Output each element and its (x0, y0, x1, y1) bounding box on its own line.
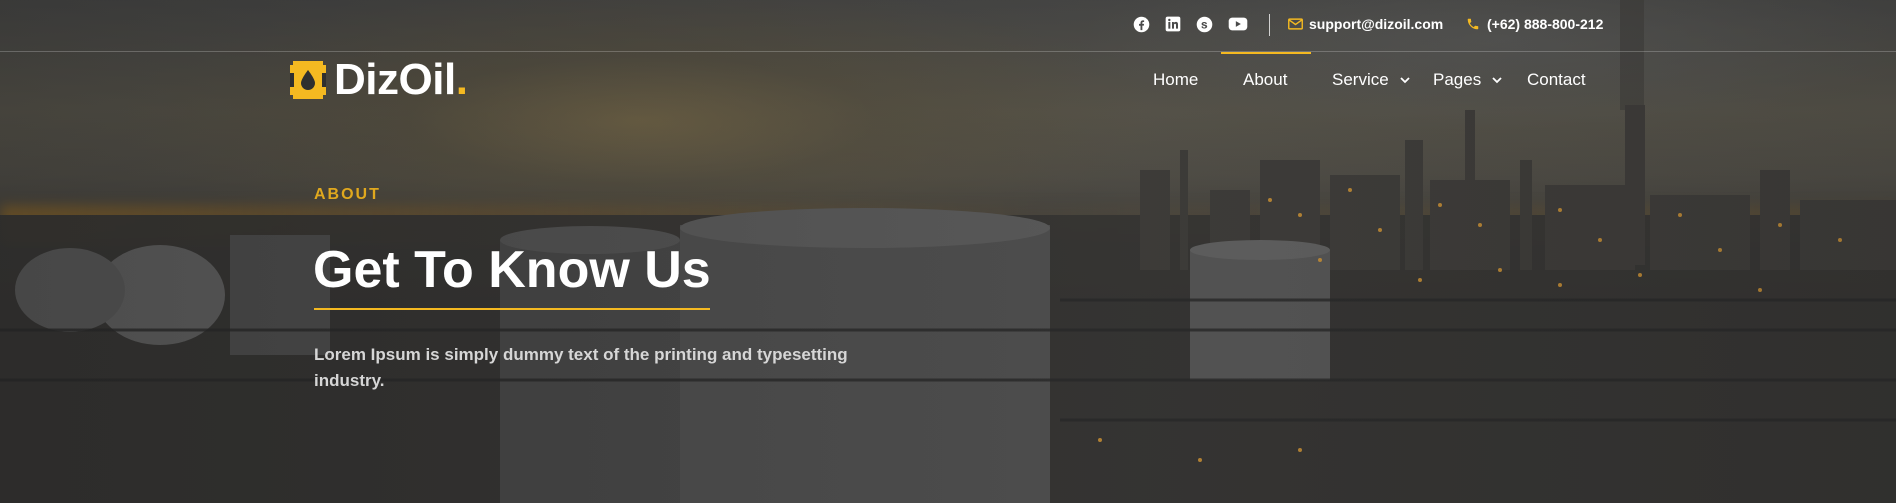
dark-overlay (0, 0, 1896, 503)
hero-description: Lorem Ipsum is simply dummy text of the … (314, 345, 848, 390)
nav-about-label: About (1243, 70, 1288, 89)
top-bar: support@dizoil.com (+62) 888-800-212 (0, 0, 1896, 52)
logo-text: DizOil (334, 55, 456, 104)
phone-icon (1465, 16, 1481, 32)
nav-pages-label: Pages (1433, 70, 1482, 89)
nav-contact[interactable]: Contact (1527, 70, 1586, 90)
facebook-icon[interactable] (1132, 15, 1150, 33)
linkedin-icon[interactable] (1164, 15, 1182, 33)
section-eyebrow: ABOUT (314, 186, 381, 203)
skype-icon[interactable] (1195, 15, 1213, 33)
oil-barrel-icon (290, 61, 326, 99)
nav-service-label: Service (1332, 70, 1389, 89)
youtube-icon[interactable] (1227, 15, 1249, 33)
chevron-down-icon (1399, 74, 1411, 86)
nav-service[interactable]: Service (1332, 70, 1411, 90)
page-title: Get To Know Us (313, 241, 711, 299)
logo-dot: . (455, 55, 468, 104)
topbar-divider (1269, 14, 1270, 36)
phone-text: (+62) 888-800-212 (1487, 16, 1604, 32)
site-logo[interactable]: DizOil. (290, 56, 468, 104)
email-contact[interactable]: support@dizoil.com (1287, 16, 1443, 32)
title-underline (314, 308, 710, 310)
chevron-down-icon (1491, 74, 1503, 86)
phone-contact[interactable]: (+62) 888-800-212 (1465, 16, 1603, 32)
envelope-icon (1287, 16, 1303, 32)
nav-about[interactable]: About (1243, 70, 1287, 90)
email-text: support@dizoil.com (1309, 16, 1444, 32)
nav-active-indicator (1221, 52, 1311, 54)
hero-background (0, 0, 1896, 503)
nav-home-label: Home (1153, 70, 1199, 89)
nav-contact-label: Contact (1527, 70, 1586, 89)
nav-home[interactable]: Home (1153, 70, 1198, 90)
nav-pages[interactable]: Pages (1433, 70, 1503, 90)
